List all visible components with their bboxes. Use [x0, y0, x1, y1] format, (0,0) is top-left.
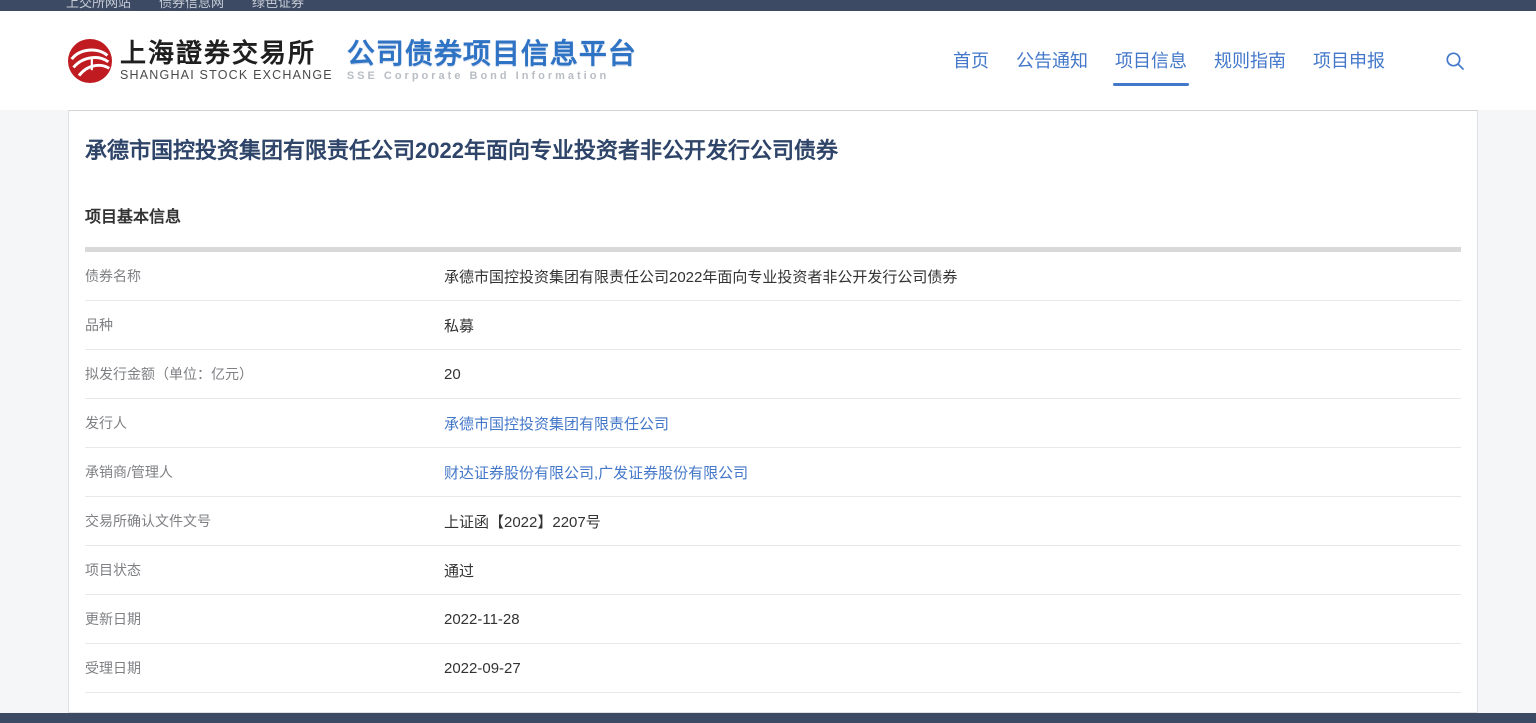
nav-item-4[interactable]: 项目申报 — [1313, 49, 1385, 73]
page-body: 承德市国控投资集团有限责任公司2022年面向专业投资者非公开发行公司债券 项目基… — [0, 110, 1536, 713]
topbar-link-green-securities[interactable]: 绿色证券 — [252, 0, 304, 11]
field-label: 拟发行金额（单位：亿元） — [85, 364, 444, 384]
table-row: 发行人 承德市国控投资集团有限责任公司 — [85, 399, 1461, 448]
table-row: 受理日期 2022-09-27 — [85, 644, 1461, 693]
topbar-link-sse-site[interactable]: 上交所网站 — [66, 0, 131, 11]
search-icon — [1445, 51, 1465, 71]
platform-en-title: SSE Corporate Bond Information — [347, 70, 637, 83]
table-row: 承销商/管理人 财达证券股份有限公司,广发证券股份有限公司 — [85, 448, 1461, 497]
table-row: 项目状态 通过 — [85, 546, 1461, 595]
topbar-links: 上交所网站 债券信息网 绿色证券 — [0, 0, 1536, 11]
table-row: 更新日期 2022-11-28 — [85, 595, 1461, 644]
nav-item-3[interactable]: 规则指南 — [1214, 49, 1286, 73]
footer-bar — [0, 713, 1536, 723]
platform-title: 公司债券项目信息平台 SSE Corporate Bond Informatio… — [347, 39, 637, 83]
platform-cn-title: 公司债券项目信息平台 — [347, 39, 637, 69]
nav-item-0[interactable]: 首页 — [953, 49, 989, 73]
table-row: 拟发行金额（单位：亿元） 20 — [85, 350, 1461, 399]
field-label: 更新日期 — [85, 609, 444, 629]
field-label: 项目状态 — [85, 560, 444, 580]
field-value: 通过 — [444, 560, 474, 581]
logo-en-name: SHANGHAI STOCK EXCHANGE — [120, 69, 333, 82]
field-label: 交易所确认文件文号 — [85, 511, 444, 531]
field-value: 私募 — [444, 315, 474, 336]
table-row: 债券名称 承德市国控投资集团有限责任公司2022年面向专业投资者非公开发行公司债… — [85, 252, 1461, 301]
page-title: 承德市国控投资集团有限责任公司2022年面向专业投资者非公开发行公司债券 — [85, 137, 1461, 165]
section-title: 项目基本信息 — [85, 203, 1461, 227]
field-value[interactable]: 承德市国控投资集团有限责任公司 — [444, 413, 669, 434]
field-value: 2022-09-27 — [444, 660, 521, 677]
field-label: 发行人 — [85, 413, 444, 433]
table-row: 交易所确认文件文号 上证函【2022】2207号 — [85, 497, 1461, 546]
sse-logo-icon — [68, 39, 112, 83]
nav-item-2[interactable]: 项目信息 — [1115, 49, 1187, 73]
field-value[interactable]: 财达证券股份有限公司,广发证券股份有限公司 — [444, 462, 748, 483]
main-nav: 首页 公告通知 项目信息 规则指南 项目申报 — [953, 49, 1466, 73]
table-row: 品种 私募 — [85, 301, 1461, 350]
field-value: 20 — [444, 366, 461, 383]
field-value: 承德市国控投资集团有限责任公司2022年面向专业投资者非公开发行公司债券 — [444, 266, 957, 287]
field-label: 承销商/管理人 — [85, 462, 444, 482]
field-label: 品种 — [85, 315, 444, 335]
topbar: 上交所网站 债券信息网 绿色证券 — [0, 0, 1536, 11]
nav-item-1[interactable]: 公告通知 — [1016, 49, 1088, 73]
search-button[interactable] — [1444, 50, 1466, 72]
field-label: 债券名称 — [85, 266, 444, 286]
field-value: 上证函【2022】2207号 — [444, 511, 601, 532]
logo[interactable]: 上海證券交易所 SHANGHAI STOCK EXCHANGE 公司债券项目信息… — [68, 39, 637, 83]
topbar-link-bond-info[interactable]: 债券信息网 — [159, 0, 224, 11]
project-card: 承德市国控投资集团有限责任公司2022年面向专业投资者非公开发行公司债券 项目基… — [68, 110, 1478, 713]
site-header: 上海證券交易所 SHANGHAI STOCK EXCHANGE 公司债券项目信息… — [0, 11, 1536, 110]
field-label: 受理日期 — [85, 658, 444, 678]
field-value: 2022-11-28 — [444, 611, 520, 628]
logo-text: 上海證券交易所 SHANGHAI STOCK EXCHANGE — [120, 39, 333, 82]
logo-cn-name: 上海證券交易所 — [120, 39, 333, 69]
project-info-table: 债券名称 承德市国控投资集团有限责任公司2022年面向专业投资者非公开发行公司债… — [85, 252, 1461, 693]
